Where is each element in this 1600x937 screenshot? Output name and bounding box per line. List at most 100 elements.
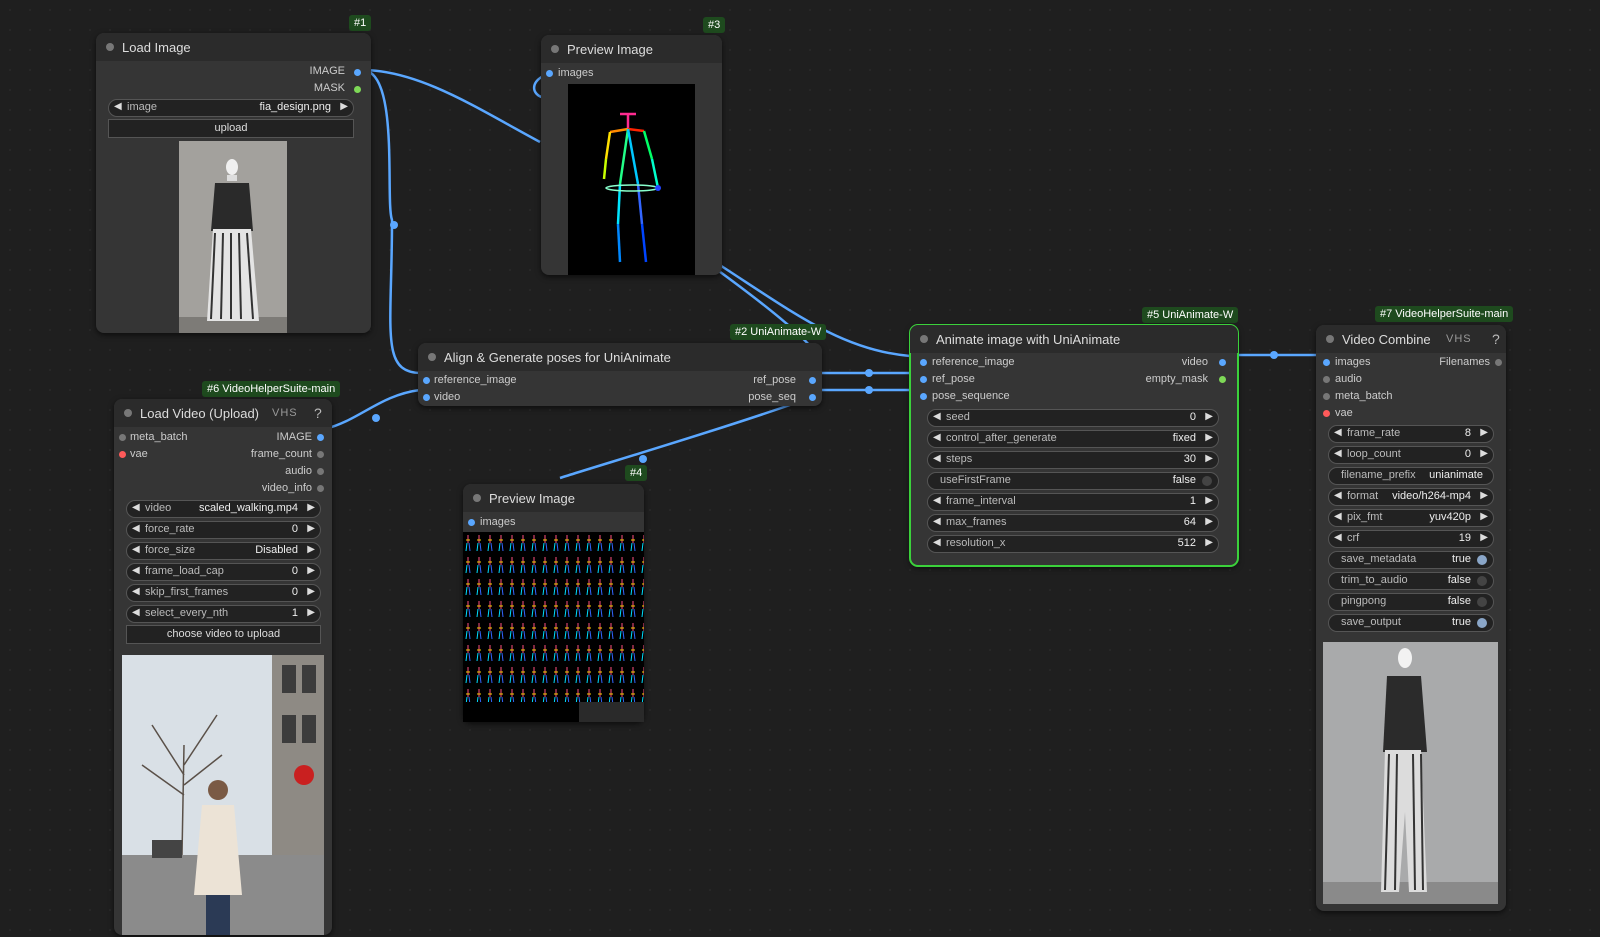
upload-button[interactable]: upload <box>108 119 354 138</box>
output-filenames-socket[interactable] <box>1495 359 1502 366</box>
arrow-right-icon[interactable]: ▶ <box>1480 532 1488 543</box>
pix-fmt-widget[interactable]: ◀ pix_fmt yuv420p ▶ <box>1328 509 1494 527</box>
frame-rate-widget[interactable]: ◀ frame_rate 8 ▶ <box>1328 425 1494 443</box>
video-combine-node[interactable]: Video Combine VHS ? images audio meta_ba… <box>1316 325 1506 911</box>
collapse-dot-icon[interactable] <box>551 45 559 53</box>
output-empty-mask-socket[interactable] <box>1219 376 1226 383</box>
arrow-left-icon[interactable]: ◀ <box>1334 532 1342 543</box>
arrow-right-icon[interactable]: ▶ <box>1480 448 1488 459</box>
input-video-socket[interactable] <box>423 394 430 401</box>
arrow-right-icon[interactable]: ▶ <box>307 523 315 534</box>
arrow-right-icon[interactable]: ▶ <box>307 544 315 555</box>
save-output-toggle[interactable]: save_output true <box>1328 614 1494 632</box>
node-title-bar[interactable]: Load Video (Upload) VHS ? <box>114 399 332 427</box>
arrow-left-icon[interactable]: ◀ <box>933 516 941 527</box>
input-images-socket[interactable] <box>546 70 553 77</box>
input-meta-batch-socket[interactable] <box>1323 393 1330 400</box>
arrow-left-icon[interactable]: ◀ <box>132 607 140 618</box>
load-video-node[interactable]: Load Video (Upload) VHS ? meta_batch vae… <box>114 399 332 935</box>
force-size-widget[interactable]: ◀ force_size Disabled ▶ <box>126 542 321 560</box>
arrow-left-icon[interactable]: ◀ <box>933 411 941 422</box>
input-meta-batch-socket[interactable] <box>119 434 126 441</box>
node-title-bar[interactable]: Preview Image <box>541 35 722 63</box>
steps-widget[interactable]: ◀ steps 30 ▶ <box>927 451 1219 469</box>
save-metadata-toggle[interactable]: save_metadata true <box>1328 551 1494 569</box>
arrow-right-icon[interactable]: ▶ <box>1480 511 1488 522</box>
output-audio-socket[interactable] <box>317 468 324 475</box>
node-title-bar[interactable]: Preview Image <box>463 484 644 512</box>
arrow-right-icon[interactable]: ▶ <box>1480 427 1488 438</box>
toggle-off-icon[interactable] <box>1477 576 1487 586</box>
arrow-right-icon[interactable]: ▶ <box>1205 432 1213 443</box>
help-icon[interactable]: ? <box>1492 331 1500 347</box>
arrow-left-icon[interactable]: ◀ <box>1334 490 1342 501</box>
arrow-right-icon[interactable]: ▶ <box>307 502 315 513</box>
crf-widget[interactable]: ◀ crf 19 ▶ <box>1328 530 1494 548</box>
node-title-bar[interactable]: Video Combine VHS ? <box>1316 325 1506 353</box>
collapse-dot-icon[interactable] <box>106 43 114 51</box>
arrow-right-icon[interactable]: ▶ <box>1205 411 1213 422</box>
output-image-socket[interactable] <box>317 434 324 441</box>
preview-image-node-2[interactable]: Preview Image images <box>463 484 644 722</box>
pingpong-toggle[interactable]: pingpong false <box>1328 593 1494 611</box>
arrow-right-icon[interactable]: ▶ <box>307 607 315 618</box>
toggle-off-icon[interactable] <box>1202 476 1212 486</box>
arrow-left-icon[interactable]: ◀ <box>933 432 941 443</box>
input-reference-image-socket[interactable] <box>423 377 430 384</box>
collapse-dot-icon[interactable] <box>124 409 132 417</box>
collapse-dot-icon[interactable] <box>920 335 928 343</box>
input-vae-socket[interactable] <box>1323 410 1330 417</box>
control-after-generate-widget[interactable]: ◀ control_after_generate fixed ▶ <box>927 430 1219 448</box>
arrow-left-icon[interactable]: ◀ <box>132 523 140 534</box>
arrow-right-icon[interactable]: ▶ <box>307 565 315 576</box>
output-frame-count-socket[interactable] <box>317 451 324 458</box>
arrow-left-icon[interactable]: ◀ <box>933 537 941 548</box>
animate-unianimate-node[interactable]: Animate image with UniAnimate reference_… <box>909 324 1239 567</box>
toggle-on-icon[interactable] <box>1477 618 1487 628</box>
arrow-right-icon[interactable]: ▶ <box>1205 537 1213 548</box>
node-title-bar[interactable]: Align & Generate poses for UniAnimate <box>418 343 822 371</box>
select-every-nth-widget[interactable]: ◀ select_every_nth 1 ▶ <box>126 605 321 623</box>
load-image-node[interactable]: Load Image IMAGE MASK ◀ image fia_design… <box>96 33 371 333</box>
arrow-right-icon[interactable]: ▶ <box>1480 490 1488 501</box>
output-video-socket[interactable] <box>1219 359 1226 366</box>
frame-load-cap-widget[interactable]: ◀ frame_load_cap 0 ▶ <box>126 563 321 581</box>
preview-image-node[interactable]: Preview Image images <box>541 35 722 275</box>
arrow-right-icon[interactable]: ▶ <box>307 586 315 597</box>
input-ref-pose-socket[interactable] <box>920 376 927 383</box>
input-vae-socket[interactable] <box>119 451 126 458</box>
resolution-x-widget[interactable]: ◀ resolution_x 512 ▶ <box>927 535 1219 553</box>
arrow-left-icon[interactable]: ◀ <box>933 495 941 506</box>
choose-video-button[interactable]: choose video to upload <box>126 625 321 644</box>
collapse-dot-icon[interactable] <box>1326 335 1334 343</box>
output-ref-pose-socket[interactable] <box>809 377 816 384</box>
input-images-socket[interactable] <box>1323 359 1330 366</box>
arrow-right-icon[interactable]: ▶ <box>1205 453 1213 464</box>
use-first-frame-toggle[interactable]: useFirstFrame false <box>927 472 1219 490</box>
node-title-bar[interactable]: Load Image <box>96 33 371 61</box>
format-widget[interactable]: ◀ format video/h264-mp4 ▶ <box>1328 488 1494 506</box>
arrow-left-icon[interactable]: ◀ <box>114 101 122 112</box>
frame-interval-widget[interactable]: ◀ frame_interval 1 ▶ <box>927 493 1219 511</box>
arrow-left-icon[interactable]: ◀ <box>132 502 140 513</box>
image-combo-widget[interactable]: ◀ image fia_design.png ▶ <box>108 99 354 117</box>
output-pose-seq-socket[interactable] <box>809 394 816 401</box>
arrow-left-icon[interactable]: ◀ <box>1334 511 1342 522</box>
force-rate-widget[interactable]: ◀ force_rate 0 ▶ <box>126 521 321 539</box>
arrow-right-icon[interactable]: ▶ <box>1205 516 1213 527</box>
arrow-left-icon[interactable]: ◀ <box>132 544 140 555</box>
toggle-on-icon[interactable] <box>1477 555 1487 565</box>
output-image-socket[interactable] <box>354 69 361 76</box>
arrow-left-icon[interactable]: ◀ <box>132 565 140 576</box>
toggle-off-icon[interactable] <box>1477 597 1487 607</box>
loop-count-widget[interactable]: ◀ loop_count 0 ▶ <box>1328 446 1494 464</box>
max-frames-widget[interactable]: ◀ max_frames 64 ▶ <box>927 514 1219 532</box>
arrow-left-icon[interactable]: ◀ <box>132 586 140 597</box>
arrow-right-icon[interactable]: ▶ <box>1205 495 1213 506</box>
output-video-info-socket[interactable] <box>317 485 324 492</box>
input-reference-image-socket[interactable] <box>920 359 927 366</box>
trim-to-audio-toggle[interactable]: trim_to_audio false <box>1328 572 1494 590</box>
skip-first-frames-widget[interactable]: ◀ skip_first_frames 0 ▶ <box>126 584 321 602</box>
input-pose-sequence-socket[interactable] <box>920 393 927 400</box>
help-icon[interactable]: ? <box>314 405 322 421</box>
